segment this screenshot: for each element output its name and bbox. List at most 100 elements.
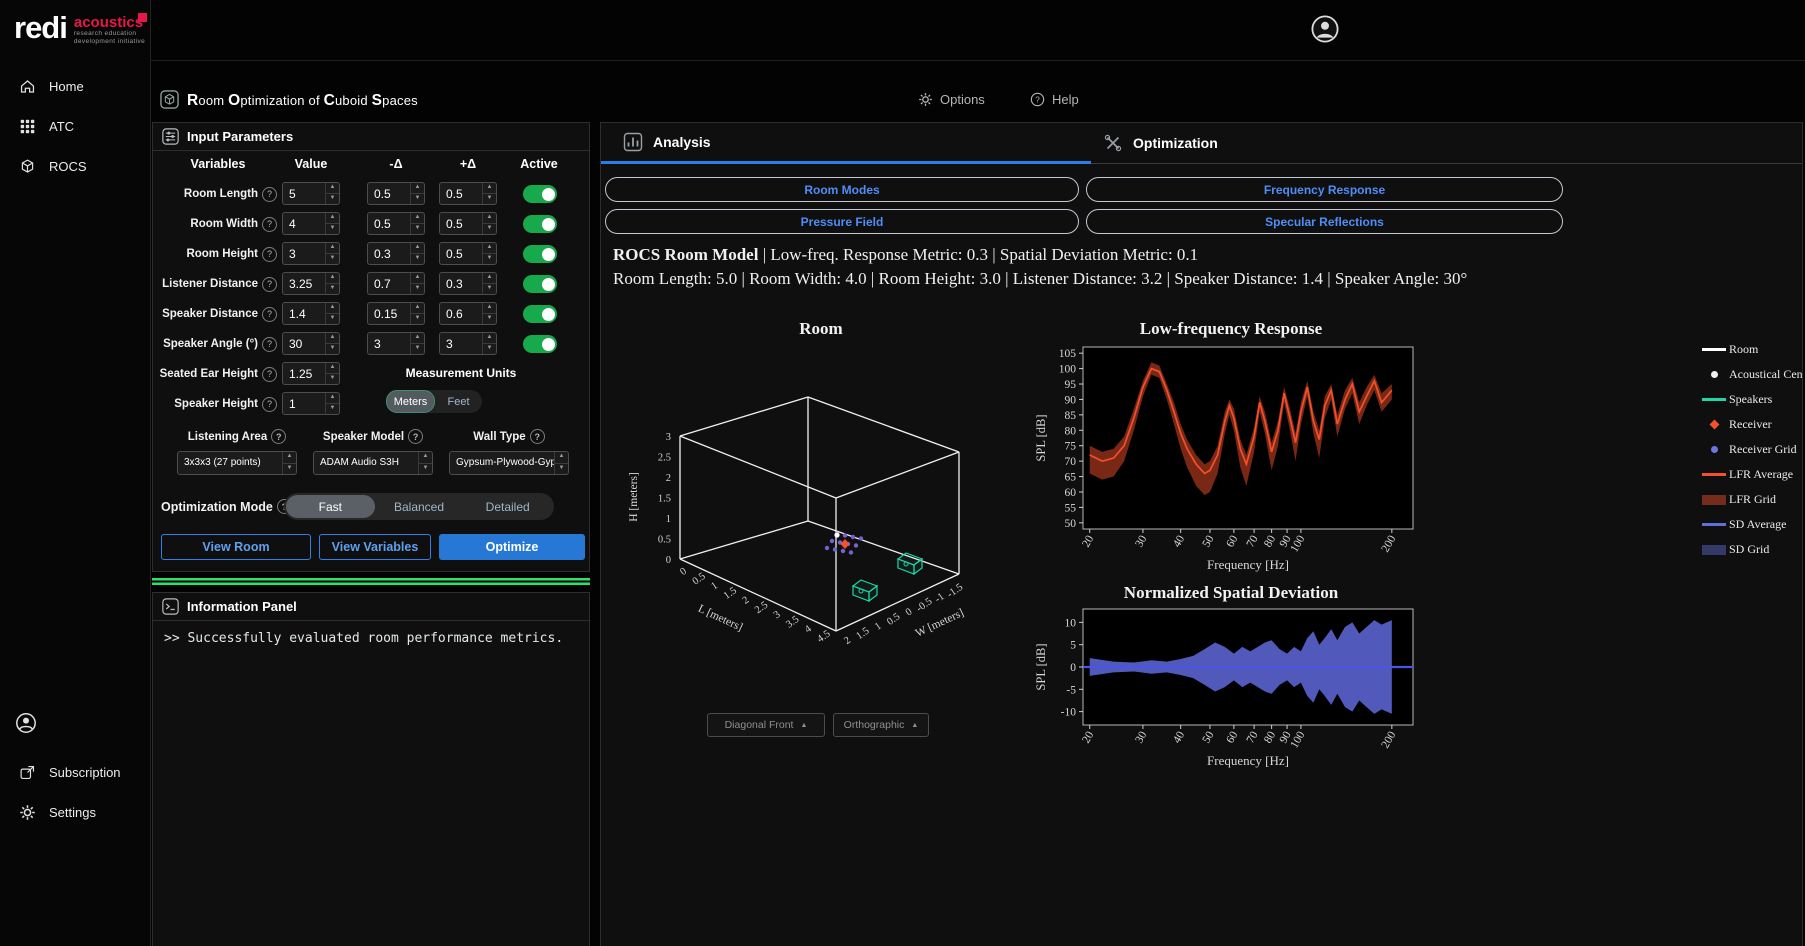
spinner[interactable]: ▲▼ [325, 243, 339, 264]
spinner[interactable]: ▲▼ [482, 183, 496, 204]
value-input[interactable] [283, 213, 325, 234]
help-icon[interactable]: ? [262, 277, 277, 292]
plus-delta-input[interactable] [440, 303, 482, 324]
spinner[interactable]: ▲▼ [482, 333, 496, 354]
legend-item-receiver-grid[interactable]: Receiver Grid [1699, 437, 1803, 462]
help-icon[interactable]: ? [262, 367, 277, 382]
value-input[interactable] [283, 183, 325, 204]
help-icon[interactable]: ? [530, 429, 545, 444]
value-input[interactable] [283, 303, 325, 324]
options-button[interactable]: Options [918, 92, 985, 107]
plus-delta-input[interactable] [440, 273, 482, 294]
minus-delta-input[interactable] [368, 213, 410, 234]
help-icon[interactable]: ? [262, 187, 277, 202]
help-icon[interactable]: ? [262, 397, 277, 412]
help-icon[interactable]: ? [262, 307, 277, 322]
sidebar-item-subscription[interactable]: Subscription [0, 752, 169, 792]
spinner[interactable]: ▲▼ [325, 183, 339, 204]
help-button[interactable]: ? Help [1030, 92, 1079, 107]
active-toggle[interactable] [523, 215, 557, 233]
minus-delta-input[interactable] [368, 273, 410, 294]
spinner[interactable]: ▲▼ [410, 243, 424, 264]
view-room-button[interactable]: View Room [161, 534, 311, 560]
wall-type-select[interactable]: Gypsum-Plywood-Gypsum▲▼ [449, 451, 569, 475]
spinner[interactable]: ▲▼ [325, 303, 339, 324]
mode-balanced-option[interactable]: Balanced [375, 495, 464, 518]
legend-item-room[interactable]: Room [1699, 337, 1803, 362]
spinner[interactable]: ▲▼ [410, 213, 424, 234]
pressure-field-button[interactable]: Pressure Field [605, 209, 1079, 234]
legend-item-receiver[interactable]: Receiver [1699, 412, 1803, 437]
value-input[interactable] [283, 393, 325, 414]
spinner-up-icon: ▲ [411, 303, 424, 314]
spinner[interactable]: ▲▼ [410, 183, 424, 204]
sd-chart[interactable]: 1050-5-102030405060708090100200SPL [dB]F… [1031, 605, 1431, 775]
spinner[interactable]: ▲▼ [410, 333, 424, 354]
legend-item-speakers[interactable]: Speakers [1699, 387, 1803, 412]
value-input[interactable] [283, 333, 325, 354]
speaker-model-select[interactable]: ADAM Audio S3H▲▼ [313, 451, 433, 475]
plus-delta-input[interactable] [440, 213, 482, 234]
plus-delta-input[interactable] [440, 243, 482, 264]
spinner[interactable]: ▲▼ [410, 303, 424, 324]
help-icon[interactable]: ? [262, 337, 277, 352]
help-icon[interactable]: ? [408, 429, 423, 444]
legend-item-lfr-grid[interactable]: LFR Grid [1699, 487, 1803, 512]
help-icon[interactable]: ? [262, 247, 277, 262]
minus-delta-input[interactable] [368, 243, 410, 264]
room-3d-plot[interactable]: 32.521.510.50H [meters]00.511.522.533.54… [611, 339, 1041, 684]
spinner[interactable]: ▲▼ [325, 273, 339, 294]
room-modes-button[interactable]: Room Modes [605, 177, 1079, 202]
spinner[interactable]: ▲▼ [482, 303, 496, 324]
sidebar-item-atc[interactable]: ATC [0, 106, 150, 146]
optimize-button[interactable]: Optimize [439, 534, 585, 560]
units-feet-option[interactable]: Feet [435, 390, 482, 413]
minus-delta-input[interactable] [368, 333, 410, 354]
legend-item-acoustical-center[interactable]: Acoustical Center [1699, 362, 1803, 387]
tab-analysis[interactable]: Analysis [601, 123, 1091, 164]
specular-reflections-button[interactable]: Specular Reflections [1086, 209, 1563, 234]
mode-fast-option[interactable]: Fast [286, 495, 375, 518]
active-toggle[interactable] [523, 275, 557, 293]
camera-view-dropdown[interactable]: Diagonal Front▲ [707, 713, 825, 737]
sidebar-item-rocs[interactable]: ROCS [0, 146, 150, 186]
param-row: Speaker Height? ▲▼ [159, 389, 585, 419]
active-toggle[interactable] [523, 305, 557, 323]
active-toggle[interactable] [523, 185, 557, 203]
value-input[interactable] [283, 273, 325, 294]
sidebar-item-settings[interactable]: Settings [0, 792, 169, 832]
mode-detailed-option[interactable]: Detailed [463, 495, 552, 518]
spinner[interactable]: ▲▼ [482, 243, 496, 264]
value-input[interactable] [283, 363, 325, 384]
projection-dropdown[interactable]: Orthographic▲ [833, 713, 929, 737]
spinner[interactable]: ▲▼ [325, 333, 339, 354]
spinner[interactable]: ▲▼ [325, 213, 339, 234]
value-input[interactable] [283, 243, 325, 264]
spinner[interactable]: ▲▼ [482, 273, 496, 294]
spinner[interactable]: ▲▼ [325, 393, 339, 414]
active-toggle[interactable] [523, 245, 557, 263]
plus-delta-input[interactable] [440, 333, 482, 354]
help-icon[interactable]: ? [271, 429, 286, 444]
listening-area-select[interactable]: 3x3x3 (27 points)▲▼ [177, 451, 297, 475]
sidebar-item-home[interactable]: Home [0, 66, 150, 106]
lfr-chart[interactable]: 5055606570758085909510010520304050607080… [1031, 337, 1431, 581]
legend-item-lfr-average[interactable]: LFR Average [1699, 462, 1803, 487]
legend-item-sd-average[interactable]: SD Average [1699, 512, 1803, 537]
plus-delta-input[interactable] [440, 183, 482, 204]
units-meters-option[interactable]: Meters [386, 390, 435, 413]
legend-item-sd-grid[interactable]: SD Grid [1699, 537, 1803, 562]
help-icon[interactable]: ? [262, 217, 277, 232]
minus-delta-input[interactable] [368, 303, 410, 324]
frequency-response-button[interactable]: Frequency Response [1086, 177, 1563, 202]
minus-delta-input[interactable] [368, 183, 410, 204]
sidebar-user-button[interactable] [15, 712, 37, 739]
active-toggle[interactable] [523, 335, 557, 353]
spinner[interactable]: ▲▼ [482, 213, 496, 234]
spinner[interactable]: ▲▼ [325, 363, 339, 384]
app-logo[interactable]: redi acoustics research education develo… [14, 8, 145, 48]
view-variables-button[interactable]: View Variables [319, 534, 431, 560]
user-avatar[interactable] [1310, 14, 1340, 49]
spinner[interactable]: ▲▼ [410, 273, 424, 294]
tab-optimization[interactable]: Optimization [1091, 123, 1803, 164]
